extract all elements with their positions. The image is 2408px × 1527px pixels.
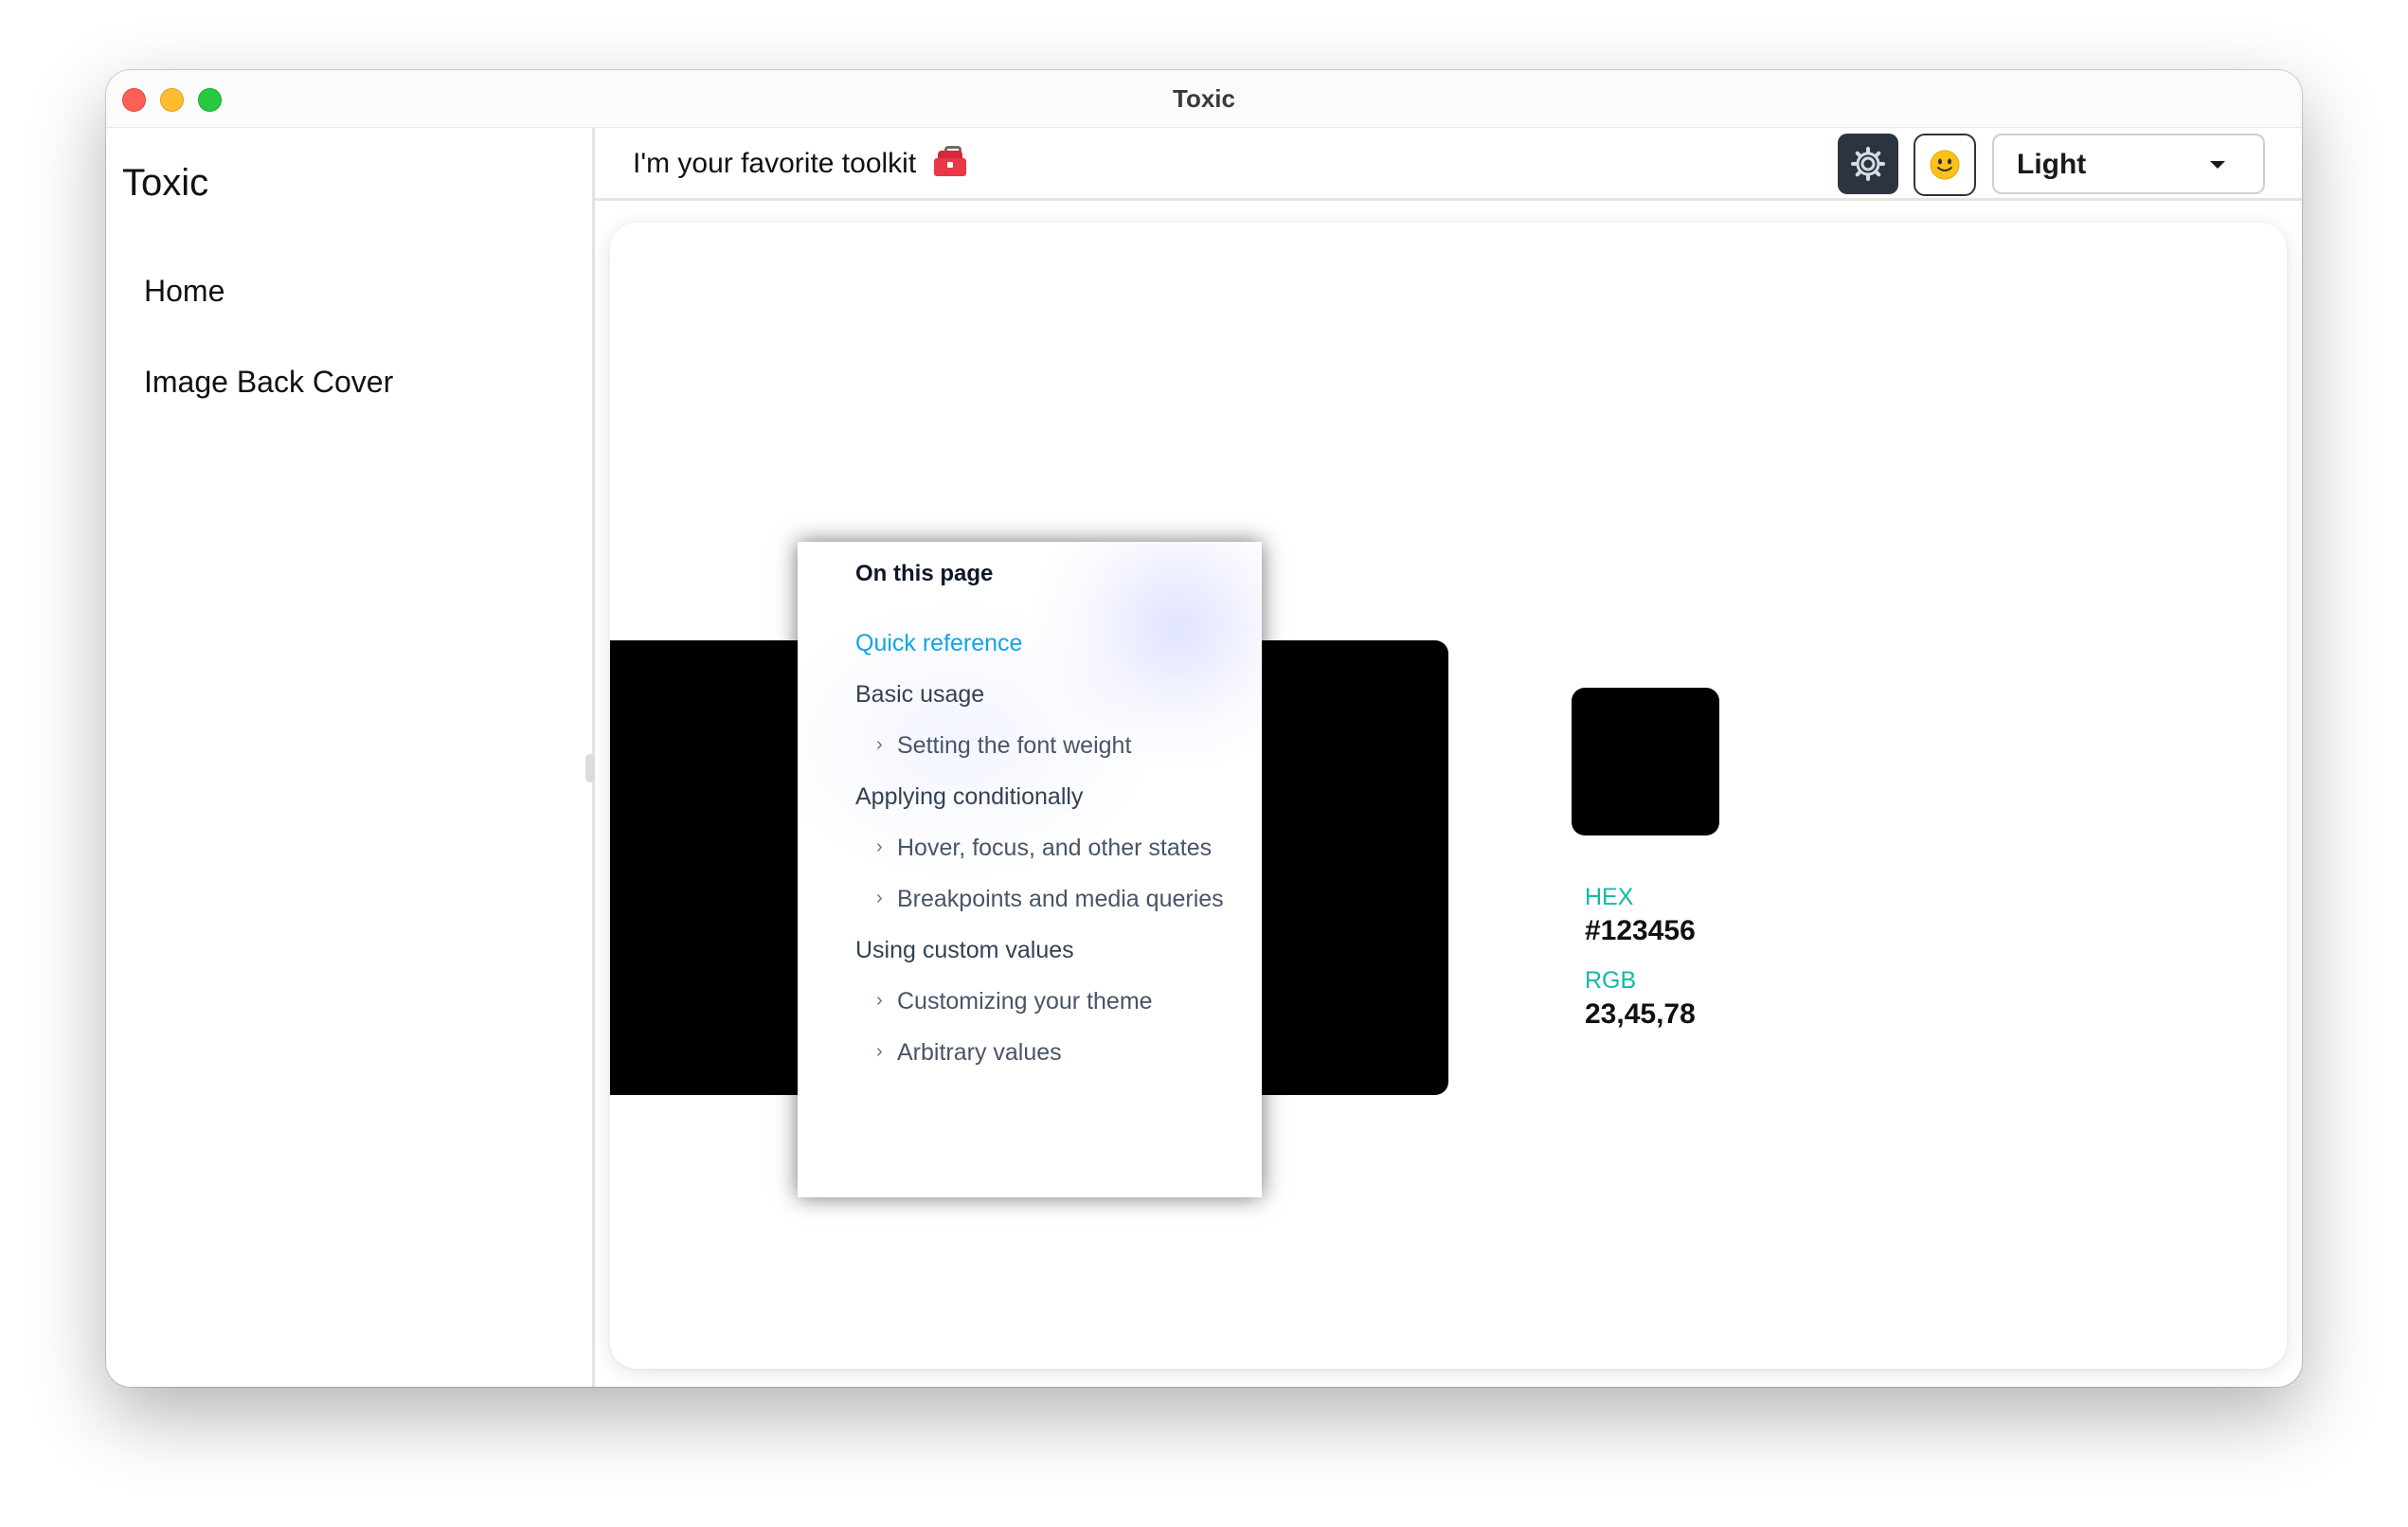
emoji-button[interactable] — [1914, 134, 1976, 196]
toc-link-custom-values[interactable]: Using custom values — [855, 937, 1074, 964]
settings-button[interactable] — [1838, 134, 1898, 194]
main-content-card: On this page Quick reference Basic usage… — [610, 223, 2287, 1369]
sidebar-title: Toxic — [122, 162, 209, 204]
rgb-value: 23,45,78 — [1585, 998, 1696, 1030]
rgb-label: RGB — [1585, 967, 1637, 994]
toc-title: On this page — [855, 561, 994, 586]
sidebar-item-image-back-cover[interactable]: Image Back Cover — [144, 365, 393, 400]
header-tagline-text: I'm your favorite toolkit — [633, 148, 917, 179]
sidebar: Toxic Home Image Back Cover — [106, 128, 595, 1387]
toc-link-hover-focus[interactable]: Hover, focus, and other states — [897, 835, 1212, 862]
header-tagline: I'm your favorite toolkit — [633, 146, 966, 180]
chevron-right-icon: › — [876, 1041, 883, 1062]
toc-card: On this page Quick reference Basic usage… — [798, 542, 1262, 1197]
app-window: Toxic Toxic Home Image Back Cover I'm yo… — [106, 70, 2302, 1387]
toolbox-icon — [933, 146, 966, 176]
chevron-down-icon — [2210, 161, 2225, 169]
chevron-right-icon: › — [876, 990, 883, 1011]
hex-value: #123456 — [1585, 915, 1696, 946]
sidebar-item-home[interactable]: Home — [144, 274, 225, 309]
theme-select[interactable]: Light — [1992, 134, 2265, 194]
theme-select-value: Light — [2017, 149, 2087, 180]
smiley-icon — [1930, 150, 1960, 180]
toc-link-applying-conditionally[interactable]: Applying conditionally — [855, 783, 1083, 811]
hex-label: HEX — [1585, 884, 1634, 910]
toc-link-quick-reference[interactable]: Quick reference — [855, 630, 1022, 657]
toc-link-basic-usage[interactable]: Basic usage — [855, 681, 984, 709]
window-title: Toxic — [1173, 84, 1235, 113]
chevron-right-icon: › — [876, 836, 883, 857]
title-bar: Toxic — [106, 70, 2302, 128]
toc-link-setting-font-weight[interactable]: Setting the font weight — [897, 732, 1131, 760]
color-swatch — [1572, 688, 1719, 835]
toc-link-customizing-theme[interactable]: Customizing your theme — [897, 988, 1153, 1015]
toc-link-breakpoints[interactable]: Breakpoints and media queries — [897, 886, 1224, 913]
sidebar-resize-handle[interactable] — [585, 754, 595, 782]
chevron-right-icon: › — [876, 888, 883, 908]
chevron-right-icon: › — [876, 734, 883, 755]
gear-icon — [1851, 147, 1885, 181]
toc-link-arbitrary-values[interactable]: Arbitrary values — [897, 1039, 1062, 1067]
